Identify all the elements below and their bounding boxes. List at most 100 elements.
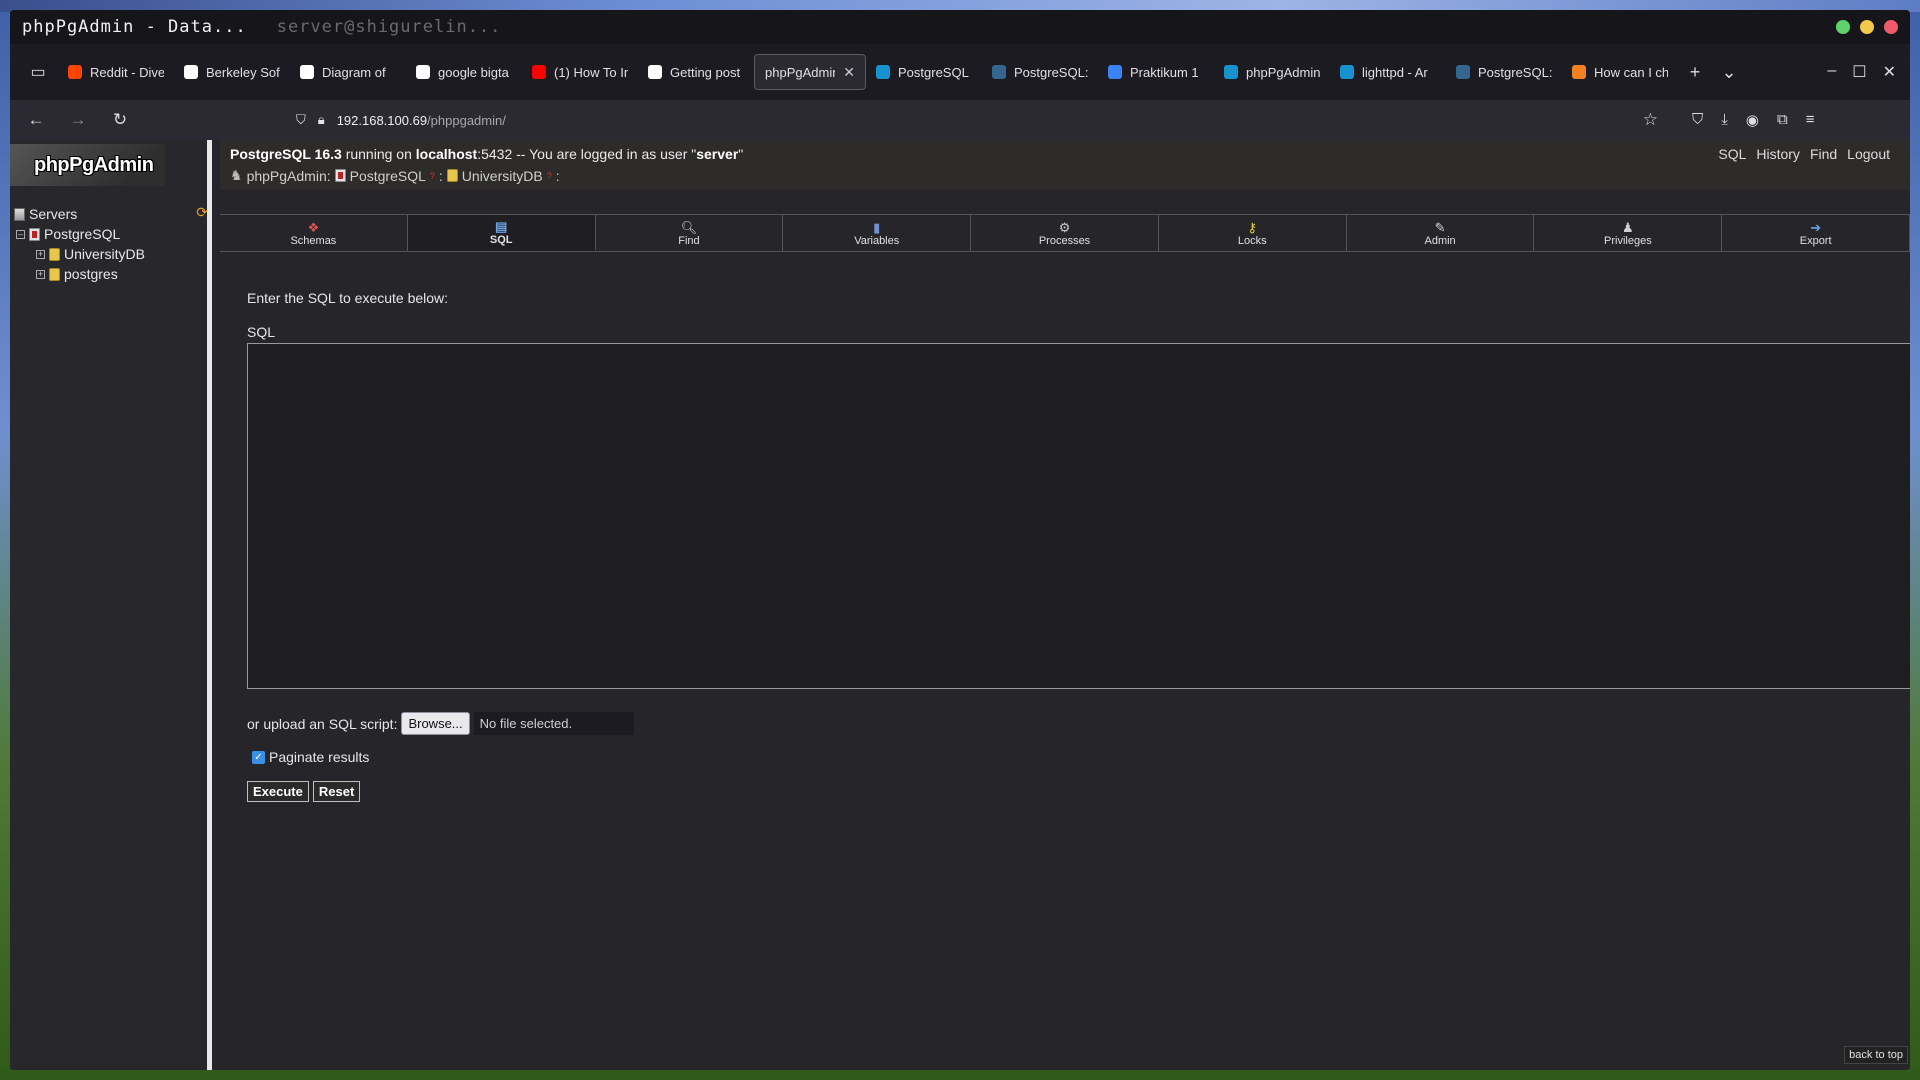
- server-info-header: PostgreSQL 16.3 running on localhost:543…: [220, 140, 1910, 190]
- back-to-top-link[interactable]: back to top: [1844, 1046, 1908, 1064]
- browser-tab[interactable]: PostgreSQL: [866, 54, 982, 90]
- expand-toggle-icon[interactable]: +: [36, 269, 45, 279]
- schemas-icon: ❖: [307, 219, 320, 235]
- tab-locks[interactable]: ⚷ Locks: [1158, 215, 1347, 251]
- database-tabs: ❖ Schemas ▤ SQL 🔍︎ Find ▮ Variables ⚙ Processes ⚷ L…: [220, 214, 1910, 252]
- tree-db-universitydb[interactable]: + UniversityDB: [14, 244, 210, 264]
- link-logout[interactable]: Logout: [1847, 146, 1890, 162]
- bookmark-star-icon[interactable]: ☆: [1643, 110, 1658, 130]
- link-sql[interactable]: SQL: [1718, 146, 1746, 162]
- close-tab-icon[interactable]: ✕: [843, 64, 855, 81]
- downloads-icon[interactable]: ⤓: [1721, 111, 1728, 129]
- browser-tab[interactable]: How can I ch: [1562, 54, 1678, 90]
- crumb-universitydb[interactable]: UniversityDB: [462, 168, 543, 184]
- tab-processes[interactable]: ⚙ Processes: [971, 215, 1159, 251]
- tab-find[interactable]: 🔍︎ Find: [595, 215, 784, 251]
- browser-tab[interactable]: Diagram of: [290, 54, 406, 90]
- link-find[interactable]: Find: [1810, 146, 1837, 162]
- help-marker-icon[interactable]: ?: [547, 171, 552, 181]
- postgres-icon: [992, 65, 1006, 79]
- crumb-postgresql[interactable]: PostgreSQL: [350, 168, 426, 184]
- browser-tab[interactable]: Praktikum 1: [1098, 54, 1214, 90]
- close-dot-icon[interactable]: [1884, 20, 1898, 34]
- browser-tab[interactable]: PostgreSQL:: [1446, 54, 1562, 90]
- paginate-row: ✓ Paginate results: [252, 749, 1910, 765]
- url-host: 192.168.100.69: [336, 112, 428, 128]
- browser-tab-label: Berkeley Soft: [206, 64, 280, 80]
- browser-tab[interactable]: lighttpd - Ar: [1330, 54, 1446, 90]
- account-icon[interactable]: ◉: [1746, 111, 1759, 129]
- minimize-dot-icon[interactable]: [1860, 20, 1874, 34]
- tree-servers-label[interactable]: Servers: [29, 206, 77, 222]
- tab-schemas[interactable]: ❖ Schemas: [220, 215, 408, 251]
- list-all-tabs-icon[interactable]: ⌄: [1712, 55, 1746, 89]
- variables-icon: ▮: [873, 219, 881, 235]
- browser-tab[interactable]: Berkeley Soft: [174, 54, 290, 90]
- browser-tab-label: PostgreSQL:: [1014, 64, 1088, 80]
- close-icon[interactable]: ✕: [1883, 62, 1896, 82]
- tree-db-postgres[interactable]: + postgres: [14, 264, 210, 284]
- tab-label: Processes: [1038, 234, 1091, 247]
- extensions-icon[interactable]: ⧉: [1777, 111, 1788, 129]
- restore-icon[interactable]: ☐: [1852, 62, 1866, 82]
- menu-icon[interactable]: ≡: [1806, 111, 1815, 129]
- back-icon[interactable]: ←: [22, 106, 50, 134]
- upload-row: or upload an SQL script: Browse... No fi…: [247, 712, 1910, 735]
- refresh-icon[interactable]: ⟳: [196, 204, 208, 221]
- crumb-phppgadmin[interactable]: phpPgAdmin:: [247, 168, 331, 184]
- tree-db-label[interactable]: UniversityDB: [64, 246, 145, 262]
- tab-privileges[interactable]: ♟ Privileges: [1534, 215, 1723, 251]
- new-tab-icon[interactable]: +: [1678, 55, 1712, 89]
- forward-icon[interactable]: →: [64, 106, 92, 134]
- google-icon: [416, 65, 430, 79]
- expand-toggle-icon[interactable]: +: [36, 249, 45, 259]
- upload-label: or upload an SQL script:: [247, 715, 398, 732]
- browser-tab[interactable]: PostgreSQL:: [982, 54, 1098, 90]
- browse-button[interactable]: Browse...: [401, 712, 470, 735]
- form-buttons: Execute Reset: [247, 781, 1910, 802]
- minimize-icon[interactable]: –: [1827, 62, 1836, 82]
- tree-servers[interactable]: Servers: [14, 204, 210, 224]
- tab-export[interactable]: ➔ Export: [1722, 215, 1910, 251]
- tree-server-label[interactable]: PostgreSQL: [44, 226, 120, 242]
- url-bar[interactable]: ⛉ 🔒︎ 192.168.100.69/phppgadmin/ ☆: [288, 105, 1658, 135]
- youtube-icon: [532, 65, 546, 79]
- lock-icon[interactable]: 🔒︎: [318, 112, 325, 128]
- link-history[interactable]: History: [1756, 146, 1800, 162]
- pocket-icon[interactable]: ⛉: [1692, 111, 1703, 129]
- tab-sql[interactable]: ▤ SQL: [407, 215, 596, 251]
- browser-tab[interactable]: Reddit - Dive: [58, 54, 174, 90]
- tab-label: Admin: [1424, 234, 1456, 247]
- collapse-toggle-icon[interactable]: –: [16, 229, 25, 239]
- connection-info: PostgreSQL 16.3 running on localhost:543…: [230, 146, 1900, 162]
- help-marker-icon[interactable]: ?: [430, 171, 435, 181]
- phppgadmin-logo[interactable]: phpPgAdmin: [10, 144, 165, 186]
- browser-tab[interactable]: phpPgAdmin ✕: [754, 54, 866, 90]
- paginate-label[interactable]: Paginate results: [269, 749, 369, 765]
- browser-tab[interactable]: phpPgAdmin: [1214, 54, 1330, 90]
- browser-tab[interactable]: google bigta: [406, 54, 522, 90]
- sql-label: SQL: [247, 324, 276, 340]
- elephant-icon: ♞: [230, 167, 243, 183]
- execute-button[interactable]: Execute: [247, 781, 309, 802]
- tab-admin[interactable]: ✎ Admin: [1346, 215, 1535, 251]
- paginate-checkbox[interactable]: ✓: [252, 750, 265, 764]
- find-icon: 🔍︎: [680, 219, 698, 235]
- maximize-dot-icon[interactable]: [1836, 20, 1850, 34]
- reload-icon[interactable]: ↻: [106, 106, 134, 134]
- tab-label: Privileges: [1604, 234, 1652, 247]
- form-intro: Enter the SQL to execute below:: [247, 290, 449, 306]
- tab-variables[interactable]: ▮ Variables: [783, 215, 972, 251]
- browser-tab[interactable]: (1) How To In: [522, 54, 638, 90]
- tab-label: Schemas: [290, 234, 337, 247]
- reset-button[interactable]: Reset: [312, 781, 361, 802]
- tab-overview-icon[interactable]: ▭: [18, 54, 58, 90]
- browser-tab[interactable]: Getting post: [638, 54, 754, 90]
- sql-textarea[interactable]: [247, 343, 1910, 689]
- tree-db-label[interactable]: postgres: [64, 266, 118, 282]
- login-text: :5432 -- You are logged in as user ": [477, 146, 697, 162]
- tree-server-postgresql[interactable]: – PostgreSQL: [14, 224, 210, 244]
- shield-icon[interactable]: ⛉: [296, 112, 306, 128]
- crumb-separator: :: [438, 167, 443, 184]
- postgresql-crumb-icon: [334, 169, 346, 182]
